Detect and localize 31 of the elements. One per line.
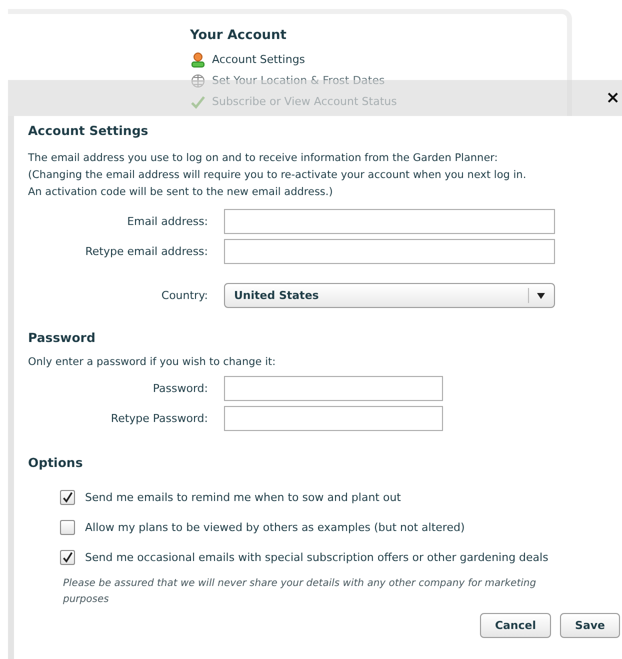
person-icon <box>190 52 206 68</box>
option-label: Allow my plans to be viewed by others as examples (but not altered) <box>85 520 465 534</box>
account-link[interactable]: Account Settings <box>212 53 306 66</box>
section-heading: Your Account <box>190 28 288 43</box>
dialog-title: Account Settings <box>28 123 150 138</box>
checkbox[interactable] <box>60 550 75 564</box>
checkbox[interactable] <box>60 520 75 534</box>
country-select[interactable]: United States <box>224 283 555 308</box>
dialog-button[interactable]: Cancel <box>480 613 552 638</box>
caret-icon <box>537 292 545 298</box>
input-field[interactable] <box>224 239 555 264</box>
close-button[interactable]: × <box>602 88 622 108</box>
password-field[interactable] <box>224 406 443 431</box>
dialog-button[interactable]: Save <box>560 613 620 638</box>
section-heading: Options <box>28 455 84 470</box>
field-label: Retype email address: <box>84 245 208 258</box>
privacy-note: Please be assured that we will never share your details with any other company for marketing purposes <box>63 577 538 607</box>
section-heading: Password <box>28 330 96 345</box>
input-field[interactable] <box>224 209 555 234</box>
option-label: Send me occasional emails with special subscription offers or other gardening deals <box>85 550 548 564</box>
globe-icon <box>190 72 206 88</box>
intro-text: The email address you use to log on and to receive information from the Garden Planner: (Changing the email address will require you to re-activate your account when you next log in. An activation code will be sent to the new email address.) <box>28 151 528 200</box>
field-label: Retype Password: <box>110 412 208 425</box>
field-label: Email address: <box>126 215 208 228</box>
field-label: Password: <box>152 382 208 395</box>
field-label: Country: <box>160 289 208 302</box>
check-icon <box>190 94 206 110</box>
password-hint: Only enter a password if you wish to change it: <box>28 356 277 368</box>
checkbox[interactable] <box>60 490 75 504</box>
option-label: Send me emails to remind me when to sow and plant out <box>85 490 401 504</box>
password-field[interactable] <box>224 376 443 401</box>
